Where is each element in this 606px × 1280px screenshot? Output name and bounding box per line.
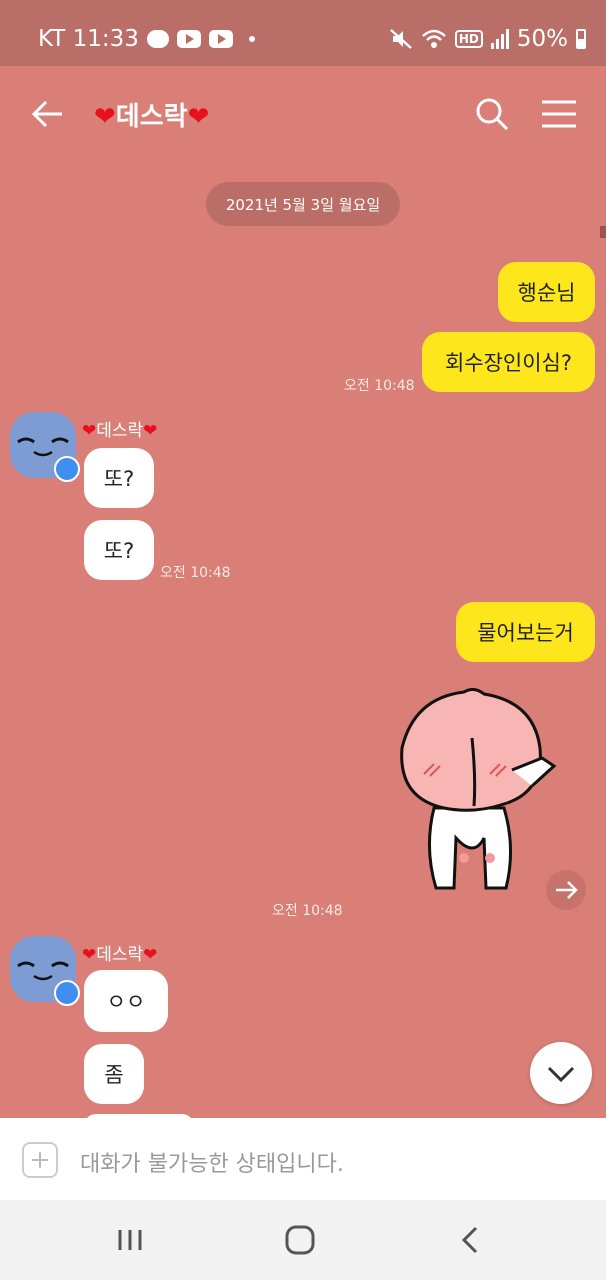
more-notifications-icon (248, 36, 255, 42)
battery-icon (576, 29, 586, 49)
crown-badge-icon (54, 980, 80, 1006)
date-divider: 2021년 5월 3일 월요일 (206, 182, 400, 226)
search-icon[interactable] (474, 96, 510, 132)
status-bar: KT 11:33 HD 50% (0, 0, 606, 66)
heart-icon: ❤ (82, 421, 97, 441)
message-timestamp: 오전 10:48 (272, 903, 343, 919)
my-message-bubble[interactable]: 회수장인이심? (422, 332, 595, 392)
scroll-indicator[interactable] (600, 226, 606, 238)
youtube-notification-icon-2 (208, 30, 233, 48)
my-message-bubble[interactable]: 물어보는거 (456, 602, 595, 662)
status-right: HD 50% (389, 26, 586, 52)
plus-icon[interactable] (22, 1142, 58, 1178)
battery-percent: 50% (516, 26, 568, 52)
message-input-placeholder: 대화가 불가능한 상태입니다. (80, 1152, 344, 1177)
chat-title: ❤데스락❤ (94, 96, 209, 133)
sender-name: ❤데스락❤ (82, 421, 158, 441)
navigation-bar (0, 1200, 606, 1280)
back-icon[interactable] (448, 1220, 492, 1260)
carrier-time: KT 11:33 (38, 26, 139, 52)
avatar[interactable] (10, 936, 80, 1006)
share-button[interactable] (546, 870, 586, 910)
home-icon[interactable] (278, 1220, 322, 1260)
wifi-icon (422, 29, 446, 48)
their-message-bubble[interactable]: ㅇㅇ (84, 970, 168, 1032)
chevron-down-icon (547, 1066, 575, 1083)
peach-sticker[interactable] (394, 688, 560, 902)
menu-icon[interactable] (540, 96, 578, 132)
mute-icon (390, 29, 412, 49)
their-message-bubble[interactable]: 좀 (84, 1044, 144, 1104)
signal-icon (490, 29, 509, 49)
status-left: KT 11:33 (38, 26, 255, 52)
share-arrow-icon (556, 881, 578, 899)
heart-icon: ❤ (94, 102, 116, 132)
my-message-bubble[interactable]: 행순님 (498, 262, 595, 322)
chat-header: ❤데스락❤ (0, 66, 606, 160)
chat-title-name: 데스락 (115, 102, 188, 132)
heart-icon: ❤ (143, 421, 158, 441)
their-message-bubble[interactable]: 또? (84, 448, 154, 508)
scroll-to-bottom-button[interactable] (530, 1042, 592, 1104)
heart-icon: ❤ (143, 945, 158, 965)
back-arrow-icon[interactable] (30, 96, 66, 132)
heart-icon: ❤ (187, 102, 210, 132)
sender-name: ❤데스락❤ (82, 945, 158, 965)
recent-apps-icon[interactable] (108, 1220, 152, 1260)
heart-icon: ❤ (82, 945, 97, 965)
youtube-notification-icon (176, 30, 201, 48)
message-timestamp: 오전 10:48 (344, 378, 415, 394)
kakaotalk-notification-icon (146, 30, 169, 48)
crown-badge-icon (54, 456, 80, 482)
avatar[interactable] (10, 412, 80, 482)
message-timestamp: 오전 10:48 (160, 565, 231, 581)
hd-voice-icon: HD (454, 30, 483, 48)
their-message-bubble[interactable]: 또? (84, 520, 154, 580)
